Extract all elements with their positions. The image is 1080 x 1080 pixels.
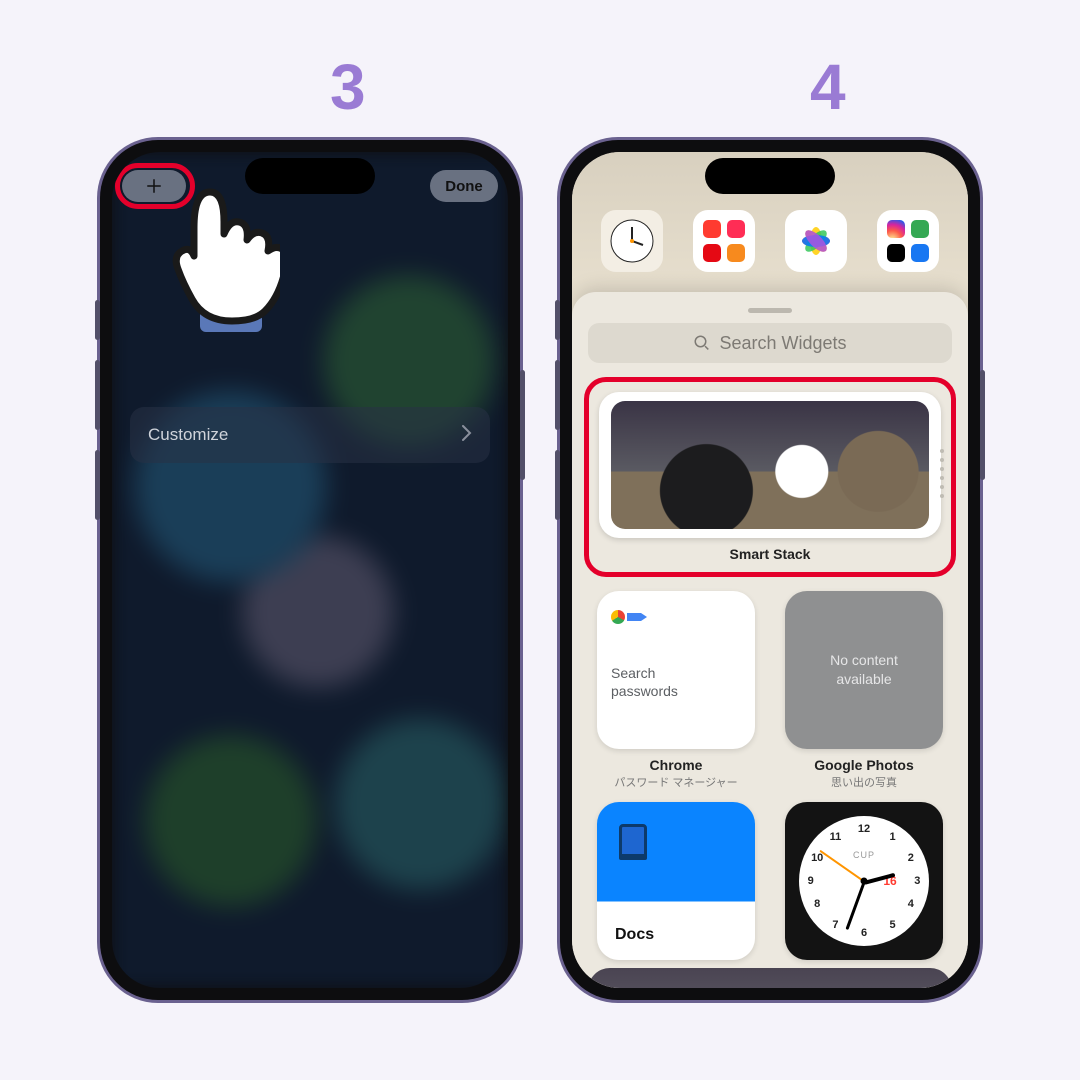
home-apps-row <box>572 210 968 272</box>
chrome-widget-title: Chrome <box>650 757 703 773</box>
volume-up-key <box>555 300 560 340</box>
mute-switch <box>95 450 100 520</box>
smart-stack-widget[interactable]: Smart Stack <box>584 377 956 577</box>
app-icon-photos[interactable] <box>785 210 847 272</box>
search-widgets-field[interactable]: Search Widgets <box>588 323 952 363</box>
volume-down-key <box>95 360 100 430</box>
gphotos-line2: available <box>830 670 898 689</box>
plus-icon <box>145 177 163 195</box>
app-icon-clock[interactable] <box>601 210 663 272</box>
clock-center-pin <box>861 878 868 885</box>
clock-numeral-9: 9 <box>808 875 814 887</box>
clock-numeral-3: 3 <box>914 875 920 887</box>
notion-widget-tile[interactable]: Docs Notion ページ <box>588 802 764 988</box>
clock-widget-card: CUP 16 12 1 2 3 4 5 6 7 8 9 10 <box>785 802 943 960</box>
smart-stack-page-dots <box>937 400 947 546</box>
sheet-grabber[interactable] <box>748 308 792 313</box>
clock-numeral-12: 12 <box>858 823 870 835</box>
add-widget-button[interactable] <box>122 170 186 202</box>
notion-widget-card: Docs <box>597 802 755 960</box>
done-button[interactable]: Done <box>430 170 498 202</box>
smart-stack-photo <box>611 401 929 529</box>
gphotos-subtitle: 思い出の写真 <box>831 774 897 790</box>
smart-stack-card <box>599 392 941 538</box>
app-folder-social[interactable] <box>877 210 939 272</box>
gphotos-line1: No content <box>830 651 898 670</box>
clock-numeral-4: 4 <box>908 898 914 910</box>
gphotos-title: Google Photos <box>814 757 914 773</box>
step-3-label: 3 <box>330 50 366 124</box>
blurred-home-wallpaper <box>112 152 508 988</box>
clock-face: CUP 16 12 1 2 3 4 5 6 7 8 9 10 <box>799 816 929 946</box>
clock-numeral-8: 8 <box>814 898 820 910</box>
volume-up-key <box>95 300 100 340</box>
clock-numeral-6: 6 <box>861 927 867 939</box>
notion-docs-label: Docs <box>615 926 755 944</box>
chrome-widget-line2: passwords <box>611 683 755 701</box>
customize-row[interactable]: Customize <box>130 407 490 463</box>
clock-numeral-5: 5 <box>890 919 896 931</box>
smart-stack-label: Smart Stack <box>599 546 941 562</box>
google-photos-widget-card: No content available <box>785 591 943 749</box>
clock-minute-hand <box>845 882 865 930</box>
volume-down-key <box>555 360 560 430</box>
clock-numeral-11: 11 <box>830 831 842 843</box>
customize-label: Customize <box>148 425 228 445</box>
clock-numeral-1: 1 <box>890 831 896 843</box>
chrome-widget-line1: Search <box>611 665 755 683</box>
clock-numeral-2: 2 <box>908 852 914 864</box>
search-placeholder: Search Widgets <box>719 333 846 354</box>
step-4-label: 4 <box>810 50 846 124</box>
google-photos-widget-tile[interactable]: No content available Google Photos 思い出の写… <box>776 591 952 790</box>
phone-step-3: Done Customize <box>100 140 520 1000</box>
widget-gallery-sheet: Search Widgets Smart Stack Search <box>572 292 968 988</box>
clock-brand: CUP <box>853 850 875 860</box>
phone-step-4: Search Widgets Smart Stack Search <box>560 140 980 1000</box>
search-icon <box>693 334 711 352</box>
next-widget-peek <box>588 968 952 988</box>
side-button <box>980 370 985 480</box>
chrome-widget-tile[interactable]: Search passwords Chrome パスワード マネージャー <box>588 591 764 790</box>
clock-widget-tile[interactable]: CUP 16 12 1 2 3 4 5 6 7 8 9 10 <box>776 802 952 988</box>
mute-switch <box>555 450 560 520</box>
side-button <box>520 370 525 480</box>
chrome-password-key-icon <box>611 607 647 627</box>
app-folder-media[interactable] <box>693 210 755 272</box>
clock-numeral-7: 7 <box>832 919 838 931</box>
chrome-widget-card: Search passwords <box>597 591 755 749</box>
chrome-widget-subtitle: パスワード マネージャー <box>614 774 737 790</box>
notion-docs-icon <box>619 824 647 860</box>
chevron-right-icon <box>462 425 472 446</box>
